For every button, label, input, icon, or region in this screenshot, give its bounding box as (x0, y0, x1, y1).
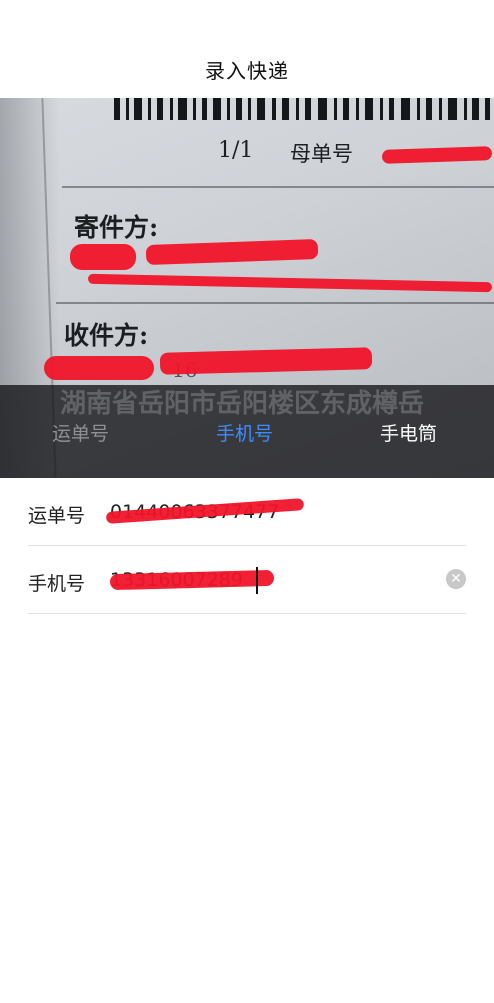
redaction-mark (381, 146, 493, 164)
label-divider (62, 186, 494, 188)
redaction-mark (87, 273, 493, 293)
tab-waybill[interactable]: 运单号 (52, 419, 109, 446)
page-count-text: 1/1 (218, 138, 254, 163)
address-fragment-text: 湖南省岳阳市岳阳楼区东成樽岳 (60, 389, 425, 419)
page-title: 录入快递 (205, 59, 289, 83)
scan-mode-bar: 湖南省岳阳市岳阳楼区东成樽岳 运单号 手机号 手电筒 (0, 385, 494, 478)
barcode-image (114, 98, 490, 120)
tab-phone[interactable]: 手机号 (216, 419, 273, 446)
clear-icon[interactable]: ✕ (446, 569, 466, 589)
tab-flashlight[interactable]: 手电筒 (380, 419, 437, 446)
waybill-row[interactable]: 运单号 01440063377477 (28, 478, 466, 546)
redaction-mark (70, 244, 136, 270)
label-divider (56, 302, 494, 304)
redaction-mark (44, 356, 154, 380)
redaction-mark (159, 347, 373, 375)
nav-bar: 录入快递 (0, 0, 494, 98)
phone-label: 手机号 (28, 573, 86, 595)
receiver-label: 收件方: (64, 321, 149, 350)
redaction-mark (109, 569, 275, 591)
master-number-label: 母单号 (290, 142, 353, 166)
express-entry-screen: 录入快递 1/1 母单号 寄件方: 收件方: 湖南省岳阳市岳阳楼区东成樽岳 运单… (0, 0, 494, 1003)
phone-row[interactable]: 手机号 13316007289 ✕ (28, 546, 466, 614)
waybill-label: 运单号 (28, 505, 86, 527)
text-cursor (256, 567, 258, 594)
redaction-mark (145, 239, 319, 265)
sender-label: 寄件方: (74, 213, 159, 242)
